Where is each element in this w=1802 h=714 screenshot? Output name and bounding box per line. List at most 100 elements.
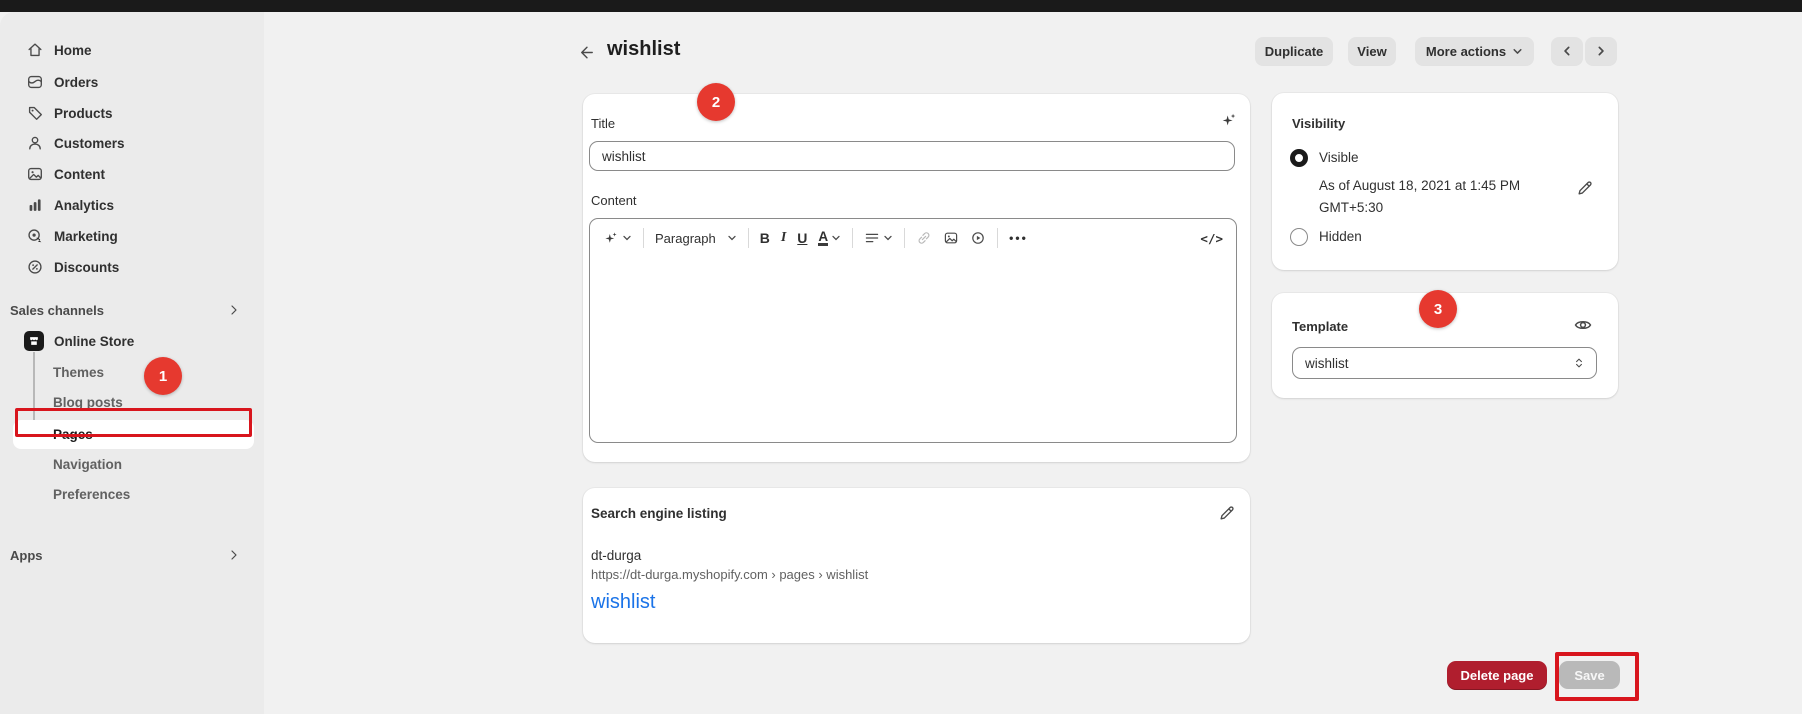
sidebar-item-orders[interactable]: Orders	[0, 67, 264, 97]
apps-label: Apps	[10, 548, 43, 563]
online-store-icon	[24, 331, 44, 351]
sidebar-item-customers[interactable]: Customers	[0, 128, 264, 158]
sidebar-item-discounts[interactable]: Discounts	[0, 252, 264, 282]
top-bar	[0, 0, 1802, 12]
italic-button[interactable]: I	[781, 230, 786, 246]
editor-toolbar: Paragraph B I U A	[590, 219, 1236, 257]
search-engine-listing-card: Search engine listing dt-durga https://d…	[583, 488, 1250, 643]
sidebar-item-blog-posts[interactable]: Blog posts	[0, 387, 264, 417]
seo-breadcrumb-url: https://dt-durga.myshopify.com › pages ›…	[591, 567, 868, 582]
template-select-value: wishlist	[1305, 356, 1349, 371]
visible-radio[interactable]	[1290, 149, 1308, 167]
bold-button[interactable]: B	[760, 230, 770, 246]
chevron-right-icon	[226, 302, 242, 318]
sidebar-item-navigation[interactable]: Navigation	[0, 449, 264, 479]
chevron-left-icon	[1561, 45, 1573, 57]
delete-page-label: Delete page	[1461, 668, 1534, 683]
hidden-label: Hidden	[1319, 229, 1362, 244]
sidebar-item-label: Analytics	[54, 198, 114, 213]
sidebar-item-label: Themes	[53, 365, 104, 380]
editor-body[interactable]	[590, 257, 1236, 443]
visibility-heading: Visibility	[1292, 116, 1345, 131]
sidebar-item-content[interactable]: Content	[0, 159, 264, 189]
page-title: wishlist	[607, 38, 680, 61]
pencil-icon	[1218, 504, 1236, 522]
content-label: Content	[591, 193, 637, 208]
sidebar-item-products[interactable]: Products	[0, 98, 264, 128]
sidebar-item-label: Pages	[53, 427, 93, 442]
sidebar-item-label: Preferences	[53, 487, 130, 502]
show-html-button[interactable]: </>	[1200, 231, 1223, 246]
sidebar-item-marketing[interactable]: Marketing	[0, 221, 264, 251]
more-formatting-button[interactable]: •••	[1009, 231, 1028, 245]
toolbar-divider	[748, 228, 749, 248]
sidebar-item-label: Orders	[54, 75, 98, 90]
seo-page-link[interactable]: wishlist	[591, 591, 655, 614]
toolbar-divider	[997, 228, 998, 248]
play-circle-icon	[970, 230, 986, 246]
insert-image-button[interactable]	[943, 230, 959, 246]
customers-icon	[26, 134, 44, 152]
products-icon	[26, 104, 44, 122]
more-actions-label: More actions	[1426, 44, 1506, 59]
delete-page-button[interactable]: Delete page	[1447, 661, 1547, 690]
save-button[interactable]: Save	[1559, 661, 1620, 689]
sidebar-item-label: Online Store	[54, 334, 134, 349]
underline-button[interactable]: U	[797, 230, 807, 246]
sidebar-item-themes[interactable]: Themes	[0, 357, 264, 387]
annotation-step-1: 1	[144, 357, 182, 395]
updown-caret-icon	[1572, 356, 1586, 370]
text-color-button[interactable]: A	[818, 230, 841, 246]
sidebar-item-label: Customers	[54, 136, 125, 151]
sidebar-item-pages[interactable]: Pages	[0, 419, 264, 449]
visibility-card: Visibility Visible As of August 18, 2021…	[1272, 93, 1618, 270]
hidden-radio[interactable]	[1290, 228, 1308, 246]
annotation-step-2: 2	[697, 83, 735, 121]
sidebar-item-analytics[interactable]: Analytics	[0, 190, 264, 220]
edit-seo-button[interactable]	[1218, 504, 1236, 522]
preview-template-button[interactable]	[1573, 315, 1593, 335]
toolbar-divider	[852, 228, 853, 248]
sales-channels-label: Sales channels	[10, 303, 104, 318]
visible-label: Visible	[1319, 150, 1359, 165]
more-actions-button[interactable]: More actions	[1415, 37, 1534, 65]
analytics-icon	[26, 196, 44, 214]
next-page-button[interactable]	[1585, 37, 1617, 65]
insert-link-button[interactable]	[916, 230, 932, 246]
magic-ai-button[interactable]	[603, 230, 632, 246]
view-button[interactable]: View	[1348, 37, 1396, 65]
previous-page-button[interactable]	[1551, 37, 1583, 65]
sidebar-section-sales-channels[interactable]: Sales channels	[0, 295, 264, 325]
edit-visibility-date-button[interactable]	[1576, 179, 1594, 197]
magic-ai-icon[interactable]	[1220, 111, 1238, 129]
back-button[interactable]	[573, 39, 599, 65]
chevron-down-icon	[727, 233, 737, 243]
sidebar: Home Orders Products Customers Content A…	[0, 12, 264, 714]
seo-heading: Search engine listing	[591, 506, 727, 521]
view-label: View	[1357, 44, 1386, 59]
orders-icon	[26, 73, 44, 91]
chevron-down-icon	[831, 233, 841, 243]
sidebar-item-label: Navigation	[53, 457, 122, 472]
link-icon	[916, 230, 932, 246]
sidebar-item-label: Discounts	[54, 260, 119, 275]
visibility-schedule: As of August 18, 2021 at 1:45 PM GMT+5:3…	[1319, 175, 1557, 219]
insert-video-button[interactable]	[970, 230, 986, 246]
eye-icon	[1573, 315, 1593, 335]
sidebar-item-label: Home	[54, 43, 92, 58]
template-select[interactable]: wishlist	[1292, 347, 1597, 379]
duplicate-button[interactable]: Duplicate	[1255, 37, 1333, 65]
template-heading: Template	[1292, 319, 1348, 334]
paragraph-style-dropdown[interactable]: Paragraph	[655, 231, 737, 246]
sidebar-section-apps[interactable]: Apps	[0, 540, 264, 570]
marketing-icon	[26, 227, 44, 245]
alignment-button[interactable]	[864, 230, 893, 246]
toolbar-divider	[904, 228, 905, 248]
content-rich-text-editor[interactable]: Paragraph B I U A	[589, 218, 1237, 443]
title-input[interactable]	[589, 141, 1235, 171]
sidebar-item-home[interactable]: Home	[0, 35, 264, 65]
align-left-icon	[864, 230, 880, 246]
save-label: Save	[1574, 668, 1604, 683]
text-color-glyph: A	[818, 230, 828, 246]
sidebar-item-preferences[interactable]: Preferences	[0, 479, 264, 509]
